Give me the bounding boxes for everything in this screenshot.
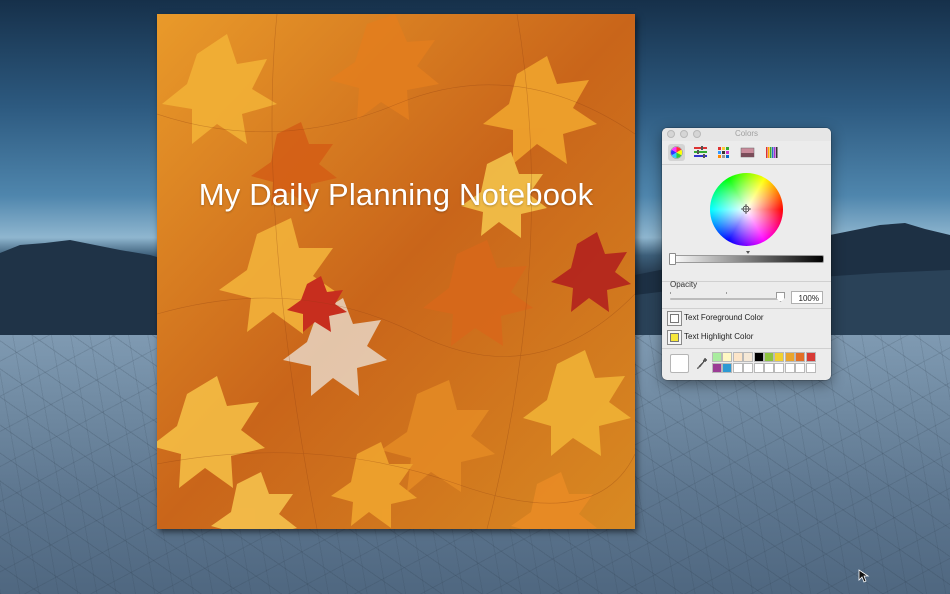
- pencils-icon: [766, 147, 778, 158]
- leaf-cover-image: [157, 14, 635, 529]
- brightness-slider[interactable]: [670, 255, 824, 263]
- notebook-cover[interactable]: My Daily Planning Notebook: [157, 14, 635, 529]
- current-color-well[interactable]: [670, 354, 689, 373]
- image-palette-icon: [740, 147, 755, 158]
- notebook-title[interactable]: My Daily Planning Notebook: [157, 177, 635, 213]
- divider: [662, 308, 831, 309]
- text-foreground-row[interactable]: Text Foreground Color: [665, 310, 828, 327]
- mouse-cursor-icon: [858, 569, 870, 583]
- crosshair-icon[interactable]: [741, 204, 751, 214]
- color-swatch[interactable]: [805, 362, 816, 373]
- image-palettes-tab[interactable]: [739, 144, 756, 161]
- color-swatch[interactable]: [732, 352, 743, 362]
- text-highlight-row[interactable]: Text Highlight Color: [665, 329, 828, 346]
- text-highlight-label: Text Highlight Color: [684, 332, 754, 341]
- color-swatch[interactable]: [774, 352, 785, 362]
- color-swatch[interactable]: [712, 362, 722, 373]
- color-swatch[interactable]: [712, 352, 722, 362]
- color-swatch[interactable]: [753, 362, 764, 373]
- opacity-label: Opacity: [670, 280, 698, 289]
- color-swatch[interactable]: [795, 362, 806, 373]
- text-highlight-swatch[interactable]: [667, 330, 682, 345]
- text-foreground-swatch[interactable]: [667, 311, 682, 326]
- color-swatch[interactable]: [784, 352, 795, 362]
- colors-panel[interactable]: Colors Opacity 100% Text Foreground Colo…: [662, 128, 831, 380]
- color-swatch[interactable]: [743, 362, 754, 373]
- text-foreground-label: Text Foreground Color: [684, 313, 764, 322]
- brightness-slider-knob[interactable]: [669, 253, 676, 265]
- color-palette-icon: [718, 147, 729, 158]
- color-swatch[interactable]: [722, 352, 733, 362]
- color-wheel-tab[interactable]: [668, 144, 685, 161]
- colors-panel-title: Colors: [734, 129, 759, 138]
- colors-titlebar[interactable]: Colors: [662, 128, 831, 141]
- color-sliders-icon: [694, 146, 707, 158]
- color-swatch[interactable]: [743, 352, 754, 362]
- color-swatch[interactable]: [722, 362, 733, 373]
- colors-toolbar: [662, 141, 831, 165]
- opacity-tick: [726, 292, 727, 294]
- color-swatch[interactable]: [784, 362, 795, 373]
- opacity-tick: [670, 292, 671, 294]
- color-palettes-tab[interactable]: [715, 144, 732, 161]
- color-wheel-icon: [670, 146, 683, 159]
- color-swatch[interactable]: [764, 352, 774, 362]
- color-wheel-area: [662, 165, 831, 282]
- opacity-slider[interactable]: [670, 298, 782, 300]
- color-swatch[interactable]: [764, 362, 774, 373]
- text-foreground-color-icon: [670, 314, 679, 323]
- color-sliders-tab[interactable]: [692, 144, 709, 161]
- color-swatch[interactable]: [774, 362, 785, 373]
- color-swatch[interactable]: [805, 352, 816, 362]
- opacity-value-field[interactable]: 100%: [791, 291, 823, 304]
- pencils-tab[interactable]: [763, 144, 780, 161]
- text-highlight-color-icon: [670, 333, 679, 342]
- color-swatch[interactable]: [732, 362, 743, 373]
- eyedropper-icon[interactable]: [696, 357, 708, 371]
- brightness-marker: [746, 251, 750, 254]
- divider: [662, 348, 831, 349]
- color-swatch[interactable]: [795, 352, 806, 362]
- opacity-slider-knob[interactable]: [776, 292, 785, 302]
- color-swatch[interactable]: [753, 352, 764, 362]
